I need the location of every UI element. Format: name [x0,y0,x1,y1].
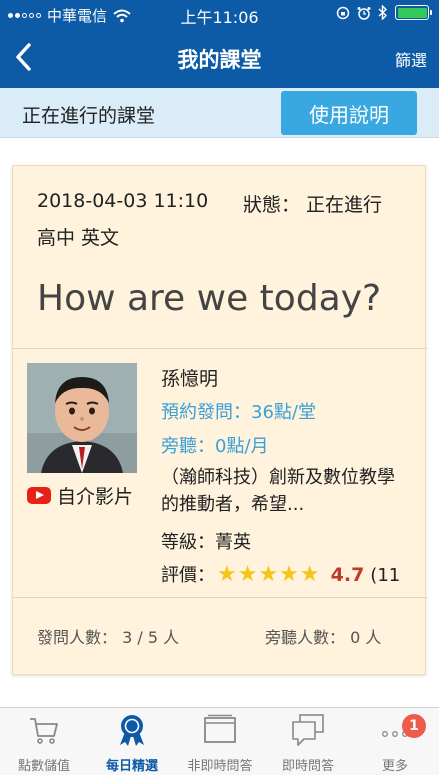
filter-button[interactable]: 篩選 [395,47,427,71]
rating-count: (11 [370,565,401,586]
tab-async-qa[interactable]: 非即時問答 [176,708,264,775]
nav-bar: 我的課堂 篩選 [0,28,439,88]
card-divider [13,348,427,349]
rotation-lock-icon [336,6,350,19]
intro-video-link[interactable]: 自介影片 [27,482,133,509]
teacher-level: 等級：菁英 [161,532,251,553]
card-divider [13,597,427,598]
help-button[interactable]: 使用說明 [281,91,417,135]
audit-price: 旁聽：0點/月 [161,436,269,457]
class-topic: How are we today? [37,278,382,319]
chat-icon [292,714,324,746]
class-status: 狀態： 正在進行 [243,194,383,216]
youtube-icon [27,487,51,504]
teacher-avatar[interactable] [27,363,137,473]
teacher-name: 孫憶明 [161,368,219,390]
tab-daily-picks[interactable]: 每日精選 [88,708,176,775]
asker-count: 發問人數： 3 / 5 人 [37,628,180,647]
rating-score: 4.7 [330,564,365,586]
tab-label: 點數儲值 [17,759,70,774]
tab-bar: 點數儲值 每日精選 非即時問答 即時問答 1 更多 [0,707,439,775]
section-title: 正在進行的課堂 [22,105,156,127]
class-datetime: 2018-04-03 11:10 [37,190,209,212]
status-bar: 中華電信 上午11:06 [0,0,439,28]
tab-points-topup[interactable]: 點數儲值 [0,708,88,775]
tab-label: 更多 [381,759,408,774]
notification-badge: 1 [402,714,426,738]
tab-label: 非即時問答 [187,759,253,774]
booking-price: 預約發問：36點/堂 [161,402,316,423]
star-icons: ★★★★★ [217,562,321,587]
teacher-rating: 評價： ★★★★★ 4.7 (11 [161,561,400,587]
listener-count: 旁聽人數： 0 人 [265,628,382,647]
tab-live-qa[interactable]: 即時問答 [264,708,352,775]
rating-label: 評價： [161,565,215,586]
class-card[interactable]: 2018-04-03 11:10 狀態： 正在進行 高中 英文 How are … [12,165,427,675]
page-title: 我的課堂 [177,48,262,72]
bluetooth-icon [378,5,388,20]
tray-icon [204,714,236,743]
tab-label: 每日精選 [105,759,158,774]
tab-more[interactable]: 1 更多 [351,708,439,775]
ribbon-icon [120,715,144,746]
teacher-description: （瀚師科技）創新及數位教學的推動者，希望... [161,467,395,515]
battery-icon [395,5,432,20]
alarm-icon [357,6,371,20]
cart-icon [30,718,58,744]
class-course: 高中 英文 [37,227,120,249]
tab-label: 即時問答 [281,759,334,774]
section-header: 正在進行的課堂 使用說明 [0,88,439,138]
intro-video-label: 自介影片 [57,486,134,508]
